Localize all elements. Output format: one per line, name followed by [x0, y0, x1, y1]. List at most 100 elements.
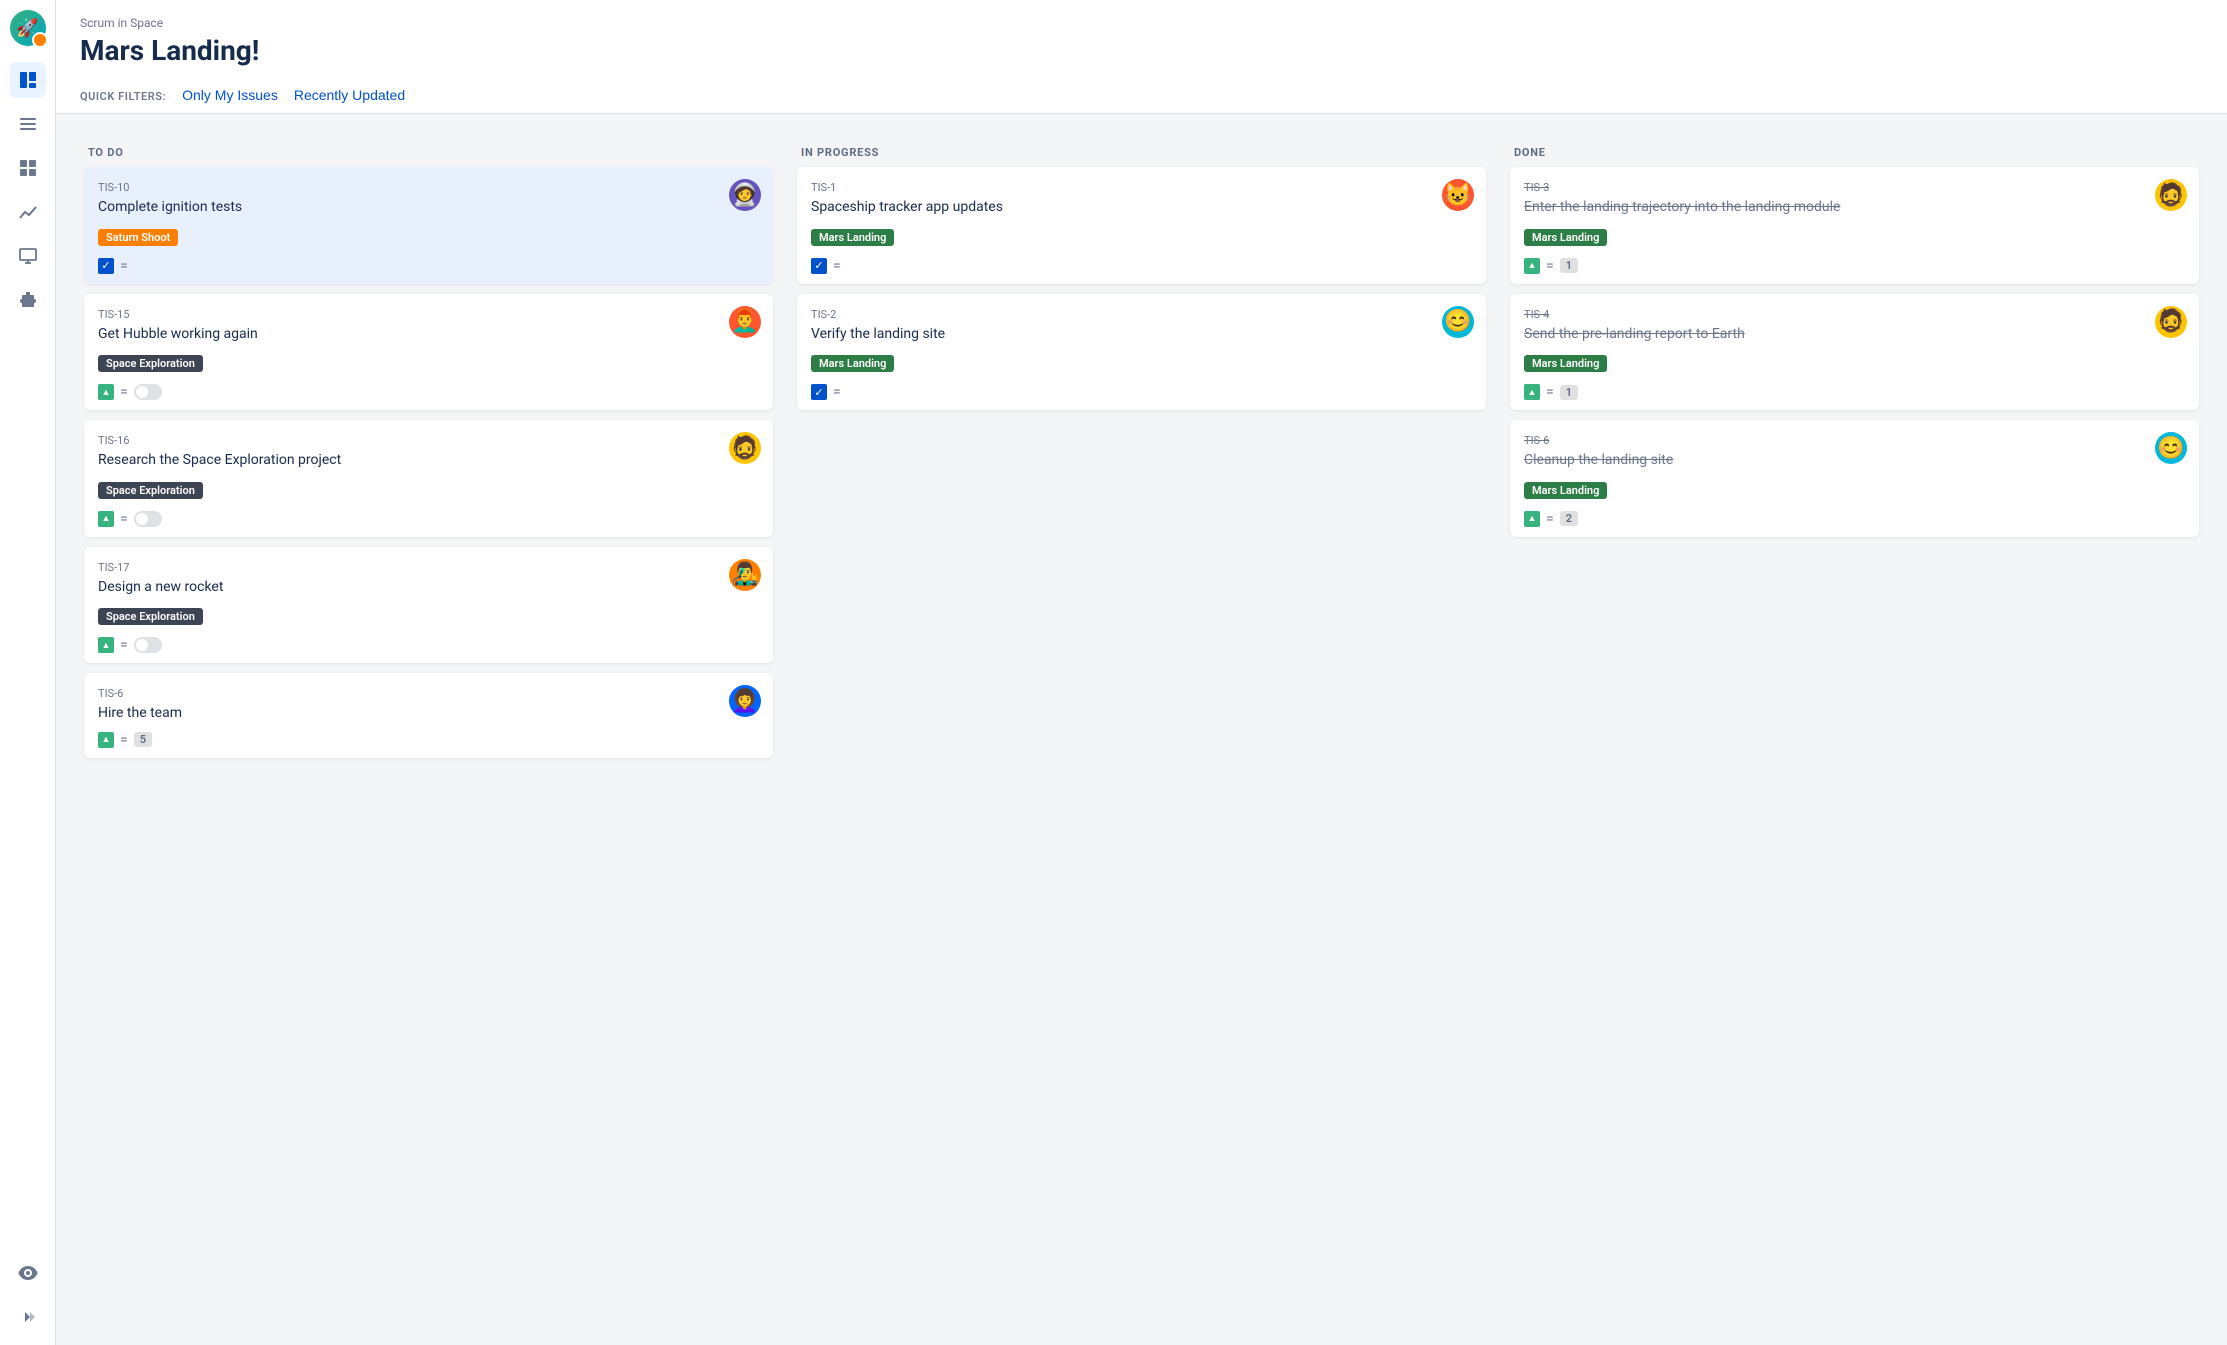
- checkbox-icon[interactable]: ✓: [811, 384, 827, 400]
- card-footer: ✓=: [98, 258, 759, 274]
- count-badge: 2: [1560, 511, 1578, 526]
- card-tag: Space Exploration: [98, 482, 203, 499]
- toggle[interactable]: [134, 637, 162, 653]
- cards-inprogress: TIS-1Spaceship tracker app updates😺Mars …: [793, 167, 1490, 418]
- project-name: Scrum in Space: [80, 16, 2203, 30]
- grid-nav-icon[interactable]: [10, 150, 46, 186]
- card-title: Design a new rocket: [98, 578, 759, 598]
- card-title: Verify the landing site: [811, 325, 1472, 345]
- priority-icon: =: [833, 258, 841, 274]
- card-tag: Mars Landing: [1524, 229, 1607, 246]
- card-footer: ▲=: [98, 637, 759, 653]
- card-title: Enter the landing trajectory into the la…: [1524, 198, 2185, 218]
- card-footer: ▲=1: [1524, 258, 2185, 274]
- page-title: Mars Landing!: [80, 34, 2203, 67]
- expand-nav-icon[interactable]: [10, 1299, 46, 1335]
- priority-icon: =: [1546, 511, 1554, 527]
- card-tag: Mars Landing: [811, 355, 894, 372]
- avatar: 🧔: [2155, 179, 2187, 211]
- card[interactable]: TIS-2Verify the landing site😊Mars Landin…: [797, 294, 1486, 411]
- card-title: Send the pre-landing report to Earth: [1524, 325, 2185, 345]
- story-icon: ▲: [98, 511, 114, 527]
- priority-icon: =: [1546, 384, 1554, 400]
- card-footer: ▲=: [98, 384, 759, 400]
- column-header-done: DONE: [1506, 134, 2203, 167]
- card-title: Research the Space Exploration project: [98, 451, 759, 471]
- card-title: Complete ignition tests: [98, 198, 759, 218]
- card-title: Spaceship tracker app updates: [811, 198, 1472, 218]
- priority-icon: =: [120, 384, 128, 400]
- card-id: TIS-1: [811, 181, 1472, 194]
- card[interactable]: TIS-15Get Hubble working again👨‍🦰Space E…: [84, 294, 773, 411]
- avatar: 👨‍🎤: [729, 559, 761, 591]
- settings-nav-icon[interactable]: [10, 1255, 46, 1291]
- card-id: TIS-6: [98, 687, 759, 700]
- main-content: Scrum in Space Mars Landing! QUICK FILTE…: [56, 0, 2227, 1345]
- story-icon: ▲: [98, 637, 114, 653]
- story-icon: ▲: [1524, 511, 1540, 527]
- card-footer: ✓=: [811, 258, 1472, 274]
- card-tag: Mars Landing: [1524, 482, 1607, 499]
- board-nav-icon[interactable]: [10, 62, 46, 98]
- card-id: TIS-15: [98, 308, 759, 321]
- column-inprogress: IN PROGRESS TIS-1 Spaceship tracker app up…: [793, 134, 1490, 418]
- card-tag: Mars Landing: [1524, 355, 1607, 372]
- card-tag: Saturn Shoot: [98, 229, 178, 246]
- card-id: TIS-3: [1524, 181, 2185, 194]
- card[interactable]: TIS-16 Research the Space Exploration pro…: [84, 420, 773, 537]
- quick-filters-label: QUICK FILTERS:: [80, 90, 166, 103]
- card-tag: Space Exploration: [98, 608, 203, 625]
- card-id: TIS-10: [98, 181, 759, 194]
- header: Scrum in Space Mars Landing! QUICK FILTE…: [56, 0, 2227, 114]
- avatar: 🧔: [729, 432, 761, 464]
- card[interactable]: TIS-3 Enter the landing trajectory into t…: [1510, 167, 2199, 284]
- card[interactable]: TIS-1Spaceship tracker app updates😺Mars …: [797, 167, 1486, 284]
- sidebar-bottom: [10, 1255, 46, 1335]
- priority-icon: =: [120, 511, 128, 527]
- checkbox-icon[interactable]: ✓: [98, 258, 114, 274]
- app-logo[interactable]: 🚀: [10, 10, 46, 46]
- card-id: TIS-16: [98, 434, 759, 447]
- priority-icon: =: [120, 258, 128, 274]
- cards-done: TIS-3 Enter the landing trajectory into t…: [1506, 167, 2203, 545]
- card-id: TIS-6: [1524, 434, 2185, 447]
- card[interactable]: TIS-6Hire the team👩‍🦱▲=5: [84, 673, 773, 758]
- avatar: 👨‍🦰: [729, 306, 761, 338]
- cards-todo: TIS-10 Complete ignition tests🧑‍🚀 Saturn S…: [80, 167, 777, 766]
- card-footer: ▲=: [98, 511, 759, 527]
- count-badge: 5: [134, 732, 152, 747]
- card[interactable]: TIS-17Design a new rocket👨‍🎤Space Explor…: [84, 547, 773, 664]
- quick-filters-bar: QUICK FILTERS: Only My Issues Recently U…: [80, 79, 2203, 113]
- column-header-inprogress: IN PROGRESS: [793, 134, 1490, 167]
- plugin-nav-icon[interactable]: [10, 282, 46, 318]
- filter-recently-updated[interactable]: Recently Updated: [294, 79, 405, 113]
- list-nav-icon[interactable]: [10, 106, 46, 142]
- card-footer: ▲ = 2: [1524, 511, 2185, 527]
- priority-icon: =: [833, 384, 841, 400]
- card[interactable]: TIS-10 Complete ignition tests🧑‍🚀 Saturn S…: [84, 167, 773, 284]
- toggle[interactable]: [134, 511, 162, 527]
- sidebar: 🚀: [0, 0, 56, 1345]
- card[interactable]: TIS-4 Send the pre-landing report to Eart…: [1510, 294, 2199, 411]
- card-title: Cleanup the landing site: [1524, 451, 2185, 471]
- avatar: 😊: [1442, 306, 1474, 338]
- priority-icon: =: [120, 732, 128, 748]
- card[interactable]: TIS-6Cleanup the landing site😊Mars Landi…: [1510, 420, 2199, 537]
- column-header-todo: TO DO: [80, 134, 777, 167]
- checkbox-icon[interactable]: ✓: [811, 258, 827, 274]
- toggle[interactable]: [134, 384, 162, 400]
- filter-only-my-issues[interactable]: Only My Issues: [182, 79, 278, 113]
- priority-icon: =: [120, 637, 128, 653]
- story-icon: ▲: [98, 732, 114, 748]
- story-icon: ▲: [98, 384, 114, 400]
- card-title: Hire the team: [98, 704, 759, 724]
- card-title: Get Hubble working again: [98, 325, 759, 345]
- chart-nav-icon[interactable]: [10, 194, 46, 230]
- story-icon: ▲: [1524, 384, 1540, 400]
- story-icon: ▲: [1524, 258, 1540, 274]
- card-footer: ▲=1: [1524, 384, 2185, 400]
- avatar: 🧑‍🚀: [729, 179, 761, 211]
- column-done: DONE TIS-3 Enter the landing trajectory in…: [1506, 134, 2203, 545]
- monitor-nav-icon[interactable]: [10, 238, 46, 274]
- card-id: TIS-4: [1524, 308, 2185, 321]
